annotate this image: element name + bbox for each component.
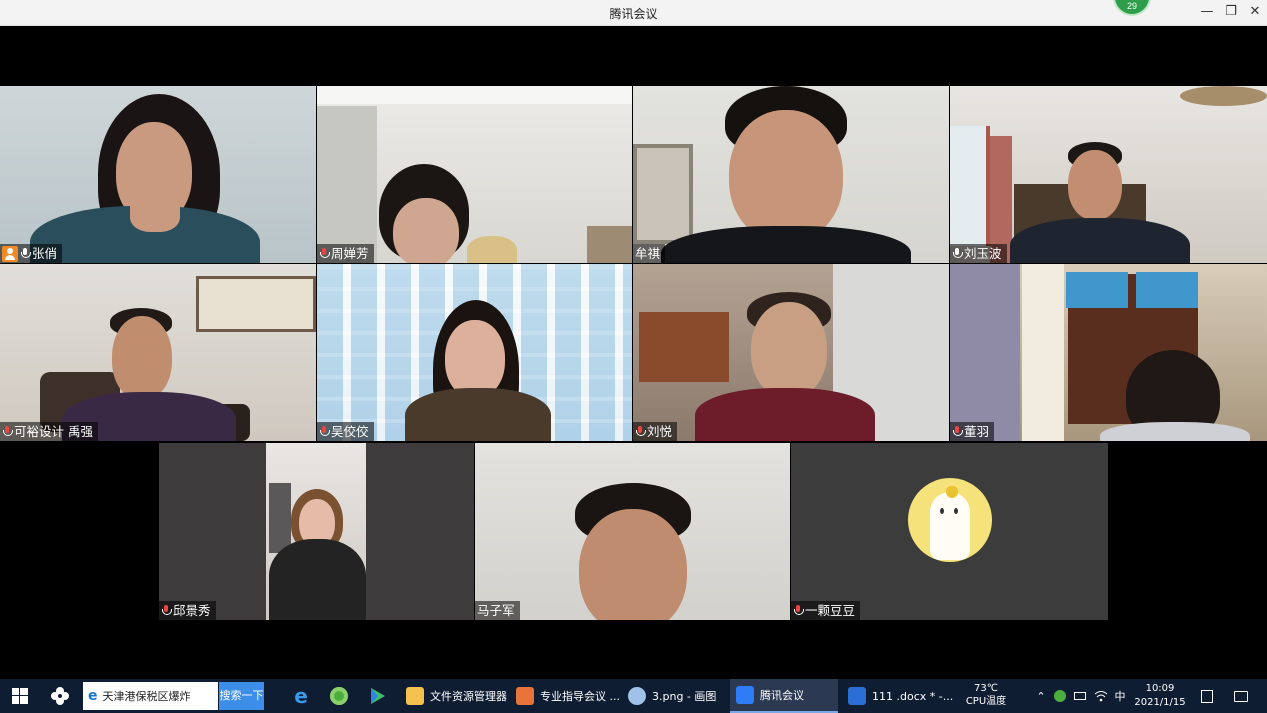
video-tile[interactable]: 邱景秀: [159, 443, 474, 620]
play-icon: [371, 688, 385, 704]
microphone-icon: [952, 247, 963, 261]
video-tile[interactable]: 周婵芳: [317, 86, 632, 263]
shield-icon: [1054, 690, 1066, 702]
video-tile[interactable]: 张俏: [0, 86, 316, 263]
avatar: [908, 478, 992, 562]
start-button[interactable]: [0, 679, 40, 713]
cpu-temperature[interactable]: 73℃ CPU温度: [958, 682, 1014, 708]
taskbar: e 天津港保税区爆炸 搜索一下 e 文件资源管理器 专业指导会议 ... 3.p…: [0, 679, 1267, 713]
microphone-muted-icon: [161, 604, 172, 618]
task-view-button[interactable]: [42, 679, 78, 713]
minimize-button[interactable]: —: [1195, 2, 1219, 22]
action-center-button[interactable]: [1228, 679, 1254, 713]
browser-360-icon: [330, 687, 348, 705]
notes-button[interactable]: [1196, 679, 1218, 713]
cpu-temp-label: CPU温度: [965, 696, 1007, 707]
media-player-button[interactable]: [362, 679, 392, 713]
participant-name-bar: 邱景秀: [159, 601, 216, 620]
taskbar-app-wps-writer[interactable]: 111 .docx * -...: [842, 679, 953, 713]
microphone-muted-icon: [952, 425, 963, 439]
taskbar-app-powerpoint[interactable]: 专业指导会议 ...: [510, 679, 620, 713]
participant-name-bar: 周婵芳: [317, 244, 374, 263]
video-tile[interactable]: 刘悦: [633, 264, 949, 441]
edge-browser-button[interactable]: e: [286, 679, 316, 713]
taskbar-app-tencent-meeting[interactable]: 腾讯会议: [730, 679, 838, 713]
participant-name-bar: 吴佼佼: [317, 422, 374, 441]
participant-name: 周婵芳: [331, 246, 369, 261]
participant-name: 一颗豆豆: [805, 603, 856, 618]
chevron-up-icon: ⌃: [1036, 689, 1046, 703]
taskbar-app-paint[interactable]: 3.png - 画图: [622, 679, 720, 713]
participant-name-bar: 牟祺: [633, 244, 666, 263]
participant-name-bar: 刘玉波: [950, 244, 1007, 263]
taskbar-app-file-explorer[interactable]: 文件资源管理器: [400, 679, 507, 713]
microphone-muted-icon: [319, 425, 330, 439]
participant-name: 牟祺: [635, 246, 661, 261]
participant-name-bar: 马子军: [475, 601, 520, 620]
input-method-button[interactable]: 中: [1112, 679, 1128, 713]
close-button[interactable]: ✕: [1243, 2, 1267, 22]
ie-icon: e: [88, 688, 98, 704]
microphone-icon: [20, 247, 31, 261]
windows-icon: [12, 688, 28, 704]
taskbar-app-label: 专业指导会议 ...: [540, 690, 620, 703]
participant-name-bar: 张俏: [0, 244, 63, 263]
tencent-meeting-icon: [736, 686, 754, 704]
video-tile[interactable]: 董羽: [950, 264, 1267, 441]
participant-name: 张俏: [32, 246, 58, 261]
participant-name: 刘玉波: [964, 246, 1002, 261]
participant-name: 可裕设计 禹强: [14, 424, 93, 439]
taskbar-app-label: 文件资源管理器: [430, 690, 507, 703]
tray-network-button[interactable]: [1092, 679, 1110, 713]
participant-name-bar: 一颗豆豆: [791, 601, 861, 620]
clock-time: 10:09: [1145, 683, 1175, 694]
search-text: 天津港保税区爆炸: [102, 690, 191, 703]
participant-name: 邱景秀: [173, 603, 211, 618]
participant-name-bar: 刘悦: [633, 422, 678, 441]
browser-360-button[interactable]: [324, 679, 354, 713]
search-button[interactable]: 搜索一下: [219, 682, 264, 710]
taskbar-app-label: 111 .docx * -...: [872, 689, 954, 703]
participant-name-bar: 可裕设计 禹强: [0, 422, 98, 441]
tray-battery-button[interactable]: [1072, 679, 1088, 713]
battery-icon: [1074, 692, 1086, 700]
microphone-muted-icon: [2, 425, 13, 439]
taskbar-app-label: 腾讯会议: [760, 689, 804, 702]
video-tile[interactable]: 可裕设计 禹强: [0, 264, 316, 441]
host-icon: [2, 245, 18, 262]
notes-icon: [1201, 689, 1213, 703]
video-tile[interactable]: 牟祺: [633, 86, 949, 263]
restore-button[interactable]: ❐: [1219, 2, 1243, 22]
wifi-icon: [1094, 691, 1108, 702]
window-title: 腾讯会议: [609, 7, 658, 21]
window-title-bar: 腾讯会议 29 — ❐ ✕: [0, 0, 1267, 26]
taskbar-app-label: 3.png - 画图: [652, 690, 717, 703]
participant-name: 刘悦: [647, 424, 673, 439]
video-tile[interactable]: 刘玉波: [950, 86, 1267, 263]
paint-icon: [628, 687, 646, 705]
video-tile[interactable]: 吴佼佼: [317, 264, 632, 441]
message-icon: [1234, 690, 1248, 702]
clock-date: 2021/1/15: [1134, 697, 1186, 708]
tray-overflow-button[interactable]: ⌃: [1034, 679, 1048, 713]
video-tile[interactable]: 马子军: [475, 443, 790, 620]
pinwheel-icon: [51, 687, 69, 705]
microphone-muted-icon: [635, 425, 646, 439]
edge-icon: e: [294, 684, 308, 708]
video-tile[interactable]: 一颗豆豆: [791, 443, 1108, 620]
cpu-temp-value: 73℃: [974, 683, 998, 694]
microphone-muted-icon: [793, 604, 804, 618]
clock[interactable]: 10:09 2021/1/15: [1132, 682, 1188, 710]
microphone-muted-icon: [319, 247, 330, 261]
participant-name-bar: 董羽: [950, 422, 995, 441]
wps-writer-icon: [848, 687, 866, 705]
tray-360-button[interactable]: [1052, 679, 1068, 713]
folder-icon: [406, 687, 424, 705]
participant-name: 董羽: [964, 424, 990, 439]
search-input[interactable]: e 天津港保税区爆炸: [83, 682, 218, 710]
powerpoint-icon: [516, 687, 534, 705]
participant-name: 吴佼佼: [331, 424, 369, 439]
participant-name: 马子军: [477, 603, 515, 618]
